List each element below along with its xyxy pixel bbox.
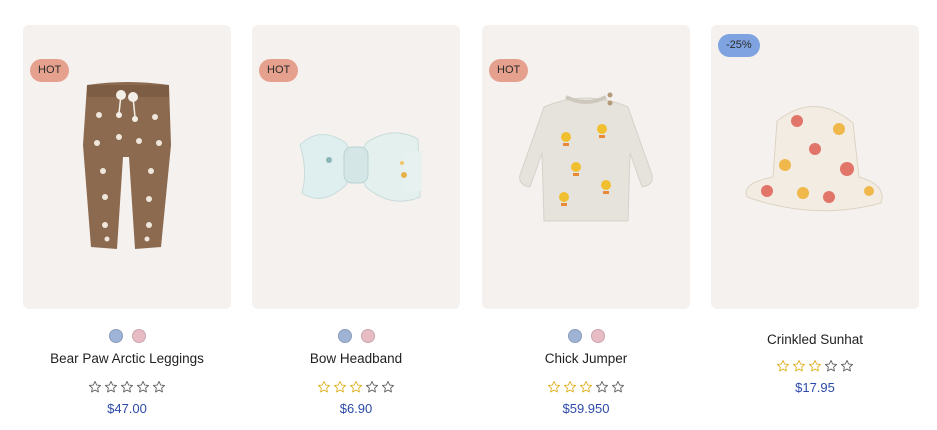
star-icon: [808, 359, 822, 372]
swatch-pink[interactable]: [590, 329, 605, 343]
product-price: $6.90: [339, 401, 373, 416]
product-image-box[interactable]: -25%: [711, 25, 919, 309]
star-icon: [381, 380, 395, 393]
product-card[interactable]: HOT Chick Jumper $59.950: [482, 25, 690, 417]
star-icon: [136, 380, 150, 393]
discount-badge: -25%: [718, 34, 760, 57]
star-icon: [563, 380, 577, 393]
product-image-box[interactable]: HOT: [482, 25, 690, 309]
sunhat-image: [745, 106, 883, 212]
product-card[interactable]: HOT Bear Paw Arctic Leggings $47.00: [23, 25, 231, 417]
product-name[interactable]: Crinkled Sunhat: [711, 331, 919, 349]
star-icon: [776, 359, 790, 372]
product-card[interactable]: HOT Bow Headband $6.90: [252, 25, 460, 417]
color-swatches: [252, 329, 460, 343]
star-icon: [611, 380, 625, 393]
hot-badge: HOT: [30, 59, 70, 82]
product-price: $59.950: [562, 401, 610, 416]
rating-stars: [711, 359, 919, 375]
star-icon: [317, 380, 331, 393]
product-image-box[interactable]: HOT: [252, 25, 460, 309]
star-icon: [104, 380, 118, 393]
product-card[interactable]: -25% Crinkled Sunhat $17.95: [711, 25, 919, 396]
star-icon: [824, 359, 838, 372]
product-price: $47.00: [107, 401, 147, 416]
star-icon: [579, 380, 593, 393]
product-name[interactable]: Bow Headband: [252, 350, 460, 368]
star-icon: [88, 380, 102, 393]
star-icon: [120, 380, 134, 393]
rating-stars: [252, 380, 460, 396]
product-image-box[interactable]: HOT: [23, 25, 231, 309]
star-icon: [595, 380, 609, 393]
star-icon: [840, 359, 854, 372]
product-price: $17.95: [795, 380, 835, 395]
color-swatches: [23, 329, 231, 343]
rating-stars: [482, 380, 690, 396]
swatch-pink[interactable]: [360, 329, 375, 343]
swatch-blue[interactable]: [567, 329, 582, 343]
swatch-blue[interactable]: [108, 329, 123, 343]
hot-badge: HOT: [259, 59, 299, 82]
swatch-blue[interactable]: [337, 329, 352, 343]
product-grid: HOT Bear Paw Arctic Leggings $47.00 HOT: [0, 0, 937, 430]
star-icon: [792, 359, 806, 372]
rating-stars: [23, 380, 231, 396]
color-swatches: [482, 329, 690, 343]
star-icon: [365, 380, 379, 393]
star-icon: [349, 380, 363, 393]
star-icon: [333, 380, 347, 393]
product-name[interactable]: Bear Paw Arctic Leggings: [23, 350, 231, 368]
hot-badge: HOT: [489, 59, 529, 82]
product-name[interactable]: Chick Jumper: [482, 350, 690, 368]
star-icon: [547, 380, 561, 393]
star-icon: [152, 380, 166, 393]
swatch-pink[interactable]: [131, 329, 146, 343]
